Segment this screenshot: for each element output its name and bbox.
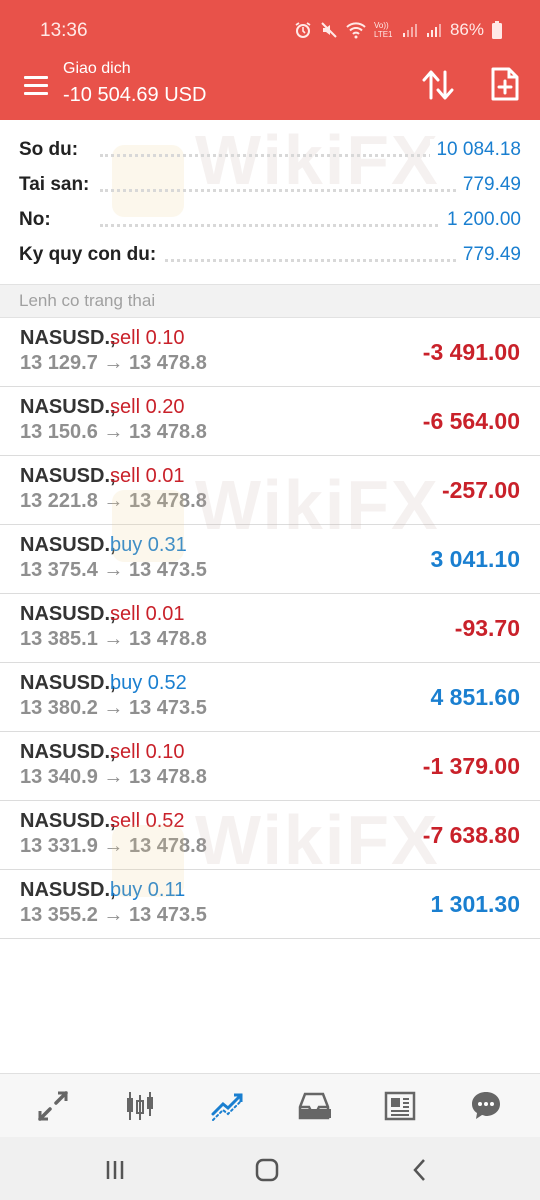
section-title: Lenh co trang thai — [19, 291, 156, 310]
position-side: sell 0.10 — [110, 741, 185, 763]
summary-value: 779.49 — [456, 244, 521, 266]
position-profit: -1 379.00 — [422, 753, 520, 779]
position-profit: -93.70 — [454, 615, 520, 641]
position-prices: 13 129.7 → 13 478.8 — [20, 352, 207, 374]
summary-value: 1 200.00 — [441, 209, 521, 231]
inbox-icon[interactable] — [294, 1086, 334, 1126]
position-profit: 3 041.10 — [430, 546, 520, 572]
mute-icon — [320, 21, 338, 39]
position-row[interactable]: NASUSD., sell 0.10 13 129.7 → 13 478.8 -3 4… — [0, 318, 540, 387]
status-time: 13:36 — [40, 20, 88, 41]
position-side: sell 0.20 — [110, 396, 185, 418]
summary-value: 779.49 — [456, 174, 521, 196]
position-row[interactable]: NASUSD., buy 0.11 13 355.2 → 13 473.5 1 301… — [0, 870, 540, 939]
summary-label: Tai san: — [19, 174, 96, 196]
position-prices: 13 221.8 → 13 478.8 — [20, 490, 207, 512]
position-prices: 13 340.9 → 13 478.8 — [20, 766, 207, 788]
position-side: buy 0.31 — [110, 534, 187, 556]
sort-icon[interactable] — [420, 68, 456, 102]
position-row[interactable]: NASUSD., sell 0.20 13 150.6 → 13 478.8 -6 5… — [0, 387, 540, 456]
volte-icon: Vo)) LTE1 — [373, 21, 393, 39]
position-prices: 13 380.2 → 13 473.5 — [20, 697, 207, 719]
position-symbol: NASUSD., — [20, 534, 116, 556]
position-prices: 13 150.6 → 13 478.8 — [20, 421, 207, 443]
position-symbol: NASUSD., — [20, 879, 116, 901]
position-symbol: NASUSD., — [20, 603, 116, 625]
position-side: sell 0.10 — [110, 327, 185, 349]
position-row[interactable]: NASUSD., buy 0.52 13 380.2 → 13 473.5 4 851… — [0, 663, 540, 732]
position-symbol: NASUSD., — [20, 810, 116, 832]
page-title: Giao dich — [63, 60, 131, 77]
position-row[interactable]: NASUSD., buy 0.31 13 375.4 → 13 473.5 3 041… — [0, 525, 540, 594]
back-icon[interactable] — [405, 1155, 435, 1185]
position-row[interactable]: NASUSD., sell 0.52 13 331.9 → 13 478.8 -7 6… — [0, 801, 540, 870]
system-navigation-bar — [0, 1137, 540, 1200]
position-side: sell 0.01 — [110, 603, 185, 625]
app-bar: Giao dich -10 504.69 USD — [0, 58, 540, 120]
battery-text: 86% — [449, 20, 484, 39]
position-prices: 13 375.4 → 13 473.5 — [20, 559, 207, 581]
position-row[interactable]: NASUSD., sell 0.10 13 340.9 → 13 478.8 -1 3… — [0, 732, 540, 801]
position-profit: -7 638.80 — [422, 822, 520, 848]
dotted-leader — [100, 189, 510, 192]
summary-label: So du: — [19, 139, 85, 161]
position-side: buy 0.52 — [110, 672, 187, 694]
position-row[interactable]: NASUSD., sell 0.01 13 221.8 → 13 478.8 -257… — [0, 456, 540, 525]
app-header: 13:36 Vo)) LTE1 86% Giao dich -10 504.69… — [0, 0, 540, 120]
wifi-icon — [346, 21, 366, 39]
home-icon[interactable] — [252, 1155, 282, 1185]
quotes-tab-icon[interactable] — [33, 1086, 73, 1126]
position-side: sell 0.01 — [110, 465, 185, 487]
position-profit: 1 301.30 — [430, 891, 520, 917]
status-icons: Vo)) LTE1 86% — [294, 20, 502, 40]
recent-apps-icon[interactable] — [100, 1155, 130, 1185]
position-symbol: NASUSD., — [20, 672, 116, 694]
summary-label: No: — [19, 209, 57, 231]
position-row[interactable]: NASUSD., sell 0.01 13 385.1 → 13 478.8 -93.… — [0, 594, 540, 663]
position-prices: 13 331.9 → 13 478.8 — [20, 835, 207, 857]
summary-value: 10 084.18 — [430, 139, 521, 161]
status-bar: 13:36 Vo)) LTE1 86% — [0, 0, 540, 60]
positions-section-header: Lenh co trang thai — [0, 284, 540, 318]
signal-icon — [402, 22, 418, 38]
trade-chart-icon[interactable] — [207, 1086, 247, 1126]
position-profit: -6 564.00 — [422, 408, 520, 434]
battery-icon — [492, 21, 502, 39]
new-order-icon[interactable] — [490, 66, 524, 104]
summary-row-credit: No: 1 200.00 — [0, 205, 540, 235]
position-profit: -257.00 — [441, 477, 520, 503]
candlestick-chart-icon[interactable] — [120, 1086, 160, 1126]
bottom-navigation — [0, 1073, 540, 1137]
menu-icon[interactable] — [22, 72, 52, 98]
position-symbol: NASUSD., — [20, 741, 116, 763]
position-symbol: NASUSD., — [20, 327, 116, 349]
signal-icon — [426, 22, 442, 38]
position-prices: 13 355.2 → 13 473.5 — [20, 904, 207, 926]
summary-row-equity: Tai san: 779.49 — [0, 170, 540, 200]
position-symbol: NASUSD., — [20, 465, 116, 487]
position-side: buy 0.11 — [110, 879, 186, 901]
position-symbol: NASUSD., — [20, 396, 116, 418]
position-side: sell 0.52 — [110, 810, 185, 832]
position-profit: 4 851.60 — [430, 684, 520, 710]
summary-row-free-margin: Ky quy con du: 779.49 — [0, 240, 540, 270]
summary-label: Ky quy con du: — [19, 244, 163, 266]
chat-icon[interactable] — [466, 1086, 506, 1126]
position-profit: -3 491.00 — [422, 339, 520, 365]
account-summary: So du: 10 084.18 Tai san: 779.49 No: 1 2… — [0, 120, 540, 284]
summary-row-balance: So du: 10 084.18 — [0, 135, 540, 165]
account-balance-line: -10 504.69 USD — [63, 84, 207, 106]
news-icon[interactable] — [380, 1086, 420, 1126]
alarm-icon — [294, 21, 312, 39]
position-prices: 13 385.1 → 13 478.8 — [20, 628, 207, 650]
